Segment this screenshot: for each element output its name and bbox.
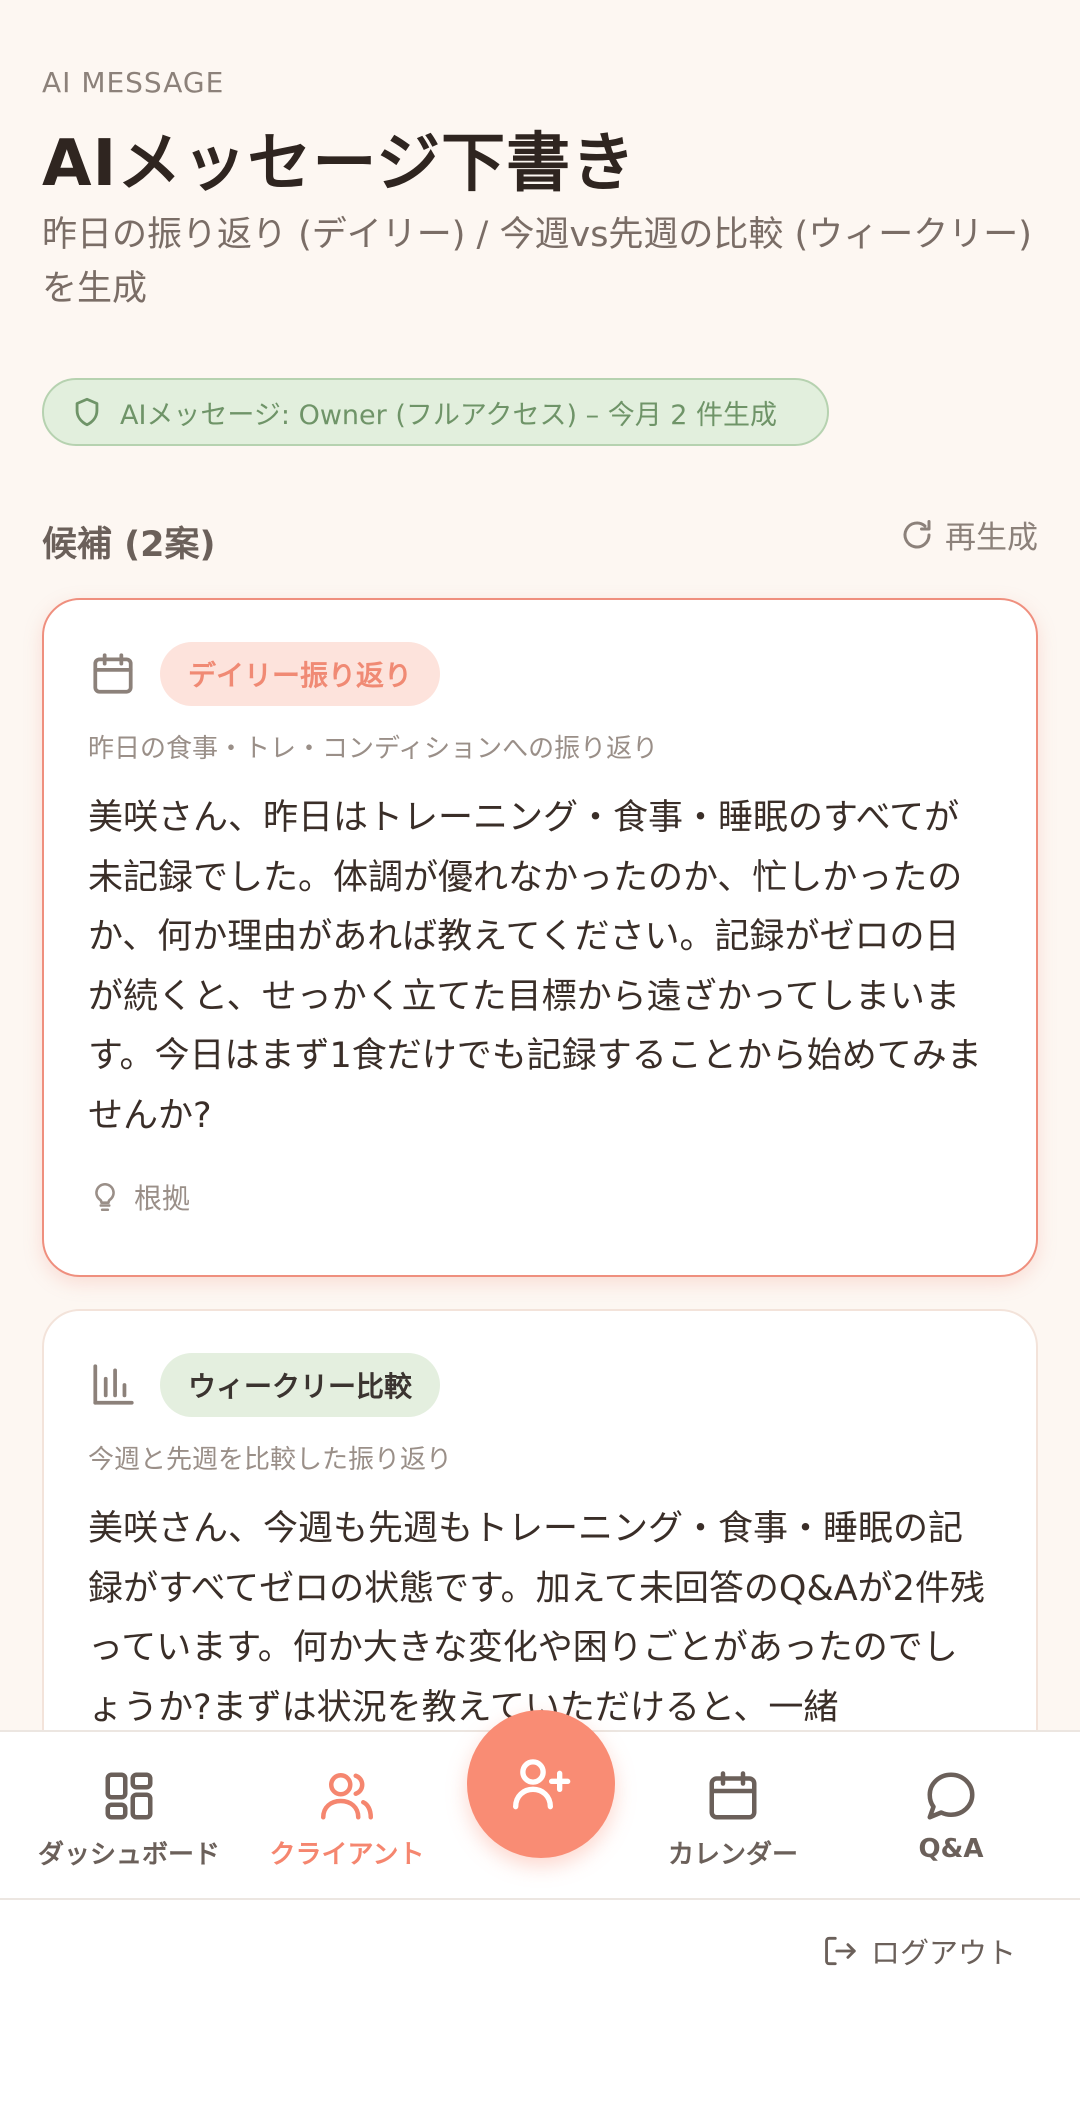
access-badge-text: AIメッセージ: Owner (フルアクセス) – 今月 2 件生成 bbox=[120, 399, 778, 431]
card-message-body: 美咲さん、昨日はトレーニング・食事・睡眠のすべてが未記録でした。体調が優れなかっ… bbox=[88, 798, 982, 1136]
card-tag-daily: デイリー振り返り bbox=[160, 642, 441, 706]
users-icon bbox=[321, 1773, 373, 1820]
calendar-icon bbox=[93, 653, 133, 694]
evidence-toggle[interactable]: 根拠 bbox=[88, 1177, 190, 1217]
access-badge: AIメッセージ: Owner (フルアクセス) – 今月 2 件生成 bbox=[42, 378, 829, 446]
regenerate-button[interactable]: 再生成 bbox=[899, 512, 1038, 557]
user-plus-icon bbox=[513, 1759, 571, 1810]
nav-item-calendar[interactable]: カレンダー bbox=[625, 1766, 841, 1871]
nav-label: クライアント bbox=[269, 1840, 425, 1870]
card-header: ウィークリー比較 bbox=[88, 1353, 992, 1417]
candidate-card-daily[interactable]: デイリー振り返り 昨日の食事・トレ・コンディションへの振り返り 美咲さん、昨日は… bbox=[42, 598, 1038, 1277]
logout-icon bbox=[825, 1936, 856, 1966]
candidate-card-weekly[interactable]: ウィークリー比較 今週と先週を比較した振り返り 美咲さん、今週も先週もトレーニン… bbox=[42, 1309, 1038, 1730]
refresh-icon bbox=[903, 519, 931, 548]
evidence-label: 根拠 bbox=[134, 1182, 191, 1215]
nav-item-clients[interactable]: クライアント bbox=[239, 1766, 455, 1871]
page-title: AIメッセージ下書き bbox=[42, 127, 637, 201]
card-description: 今週と先週を比較した振り返り bbox=[88, 1445, 453, 1475]
candidates-title: 候補 (2案) bbox=[42, 525, 216, 565]
dashboard-icon bbox=[105, 1772, 153, 1820]
main-content: AI MESSAGE AIメッセージ下書き 昨日の振り返り (デイリー) / 今… bbox=[0, 0, 1080, 1730]
logout-button[interactable]: ログアウト bbox=[821, 1930, 1016, 1972]
nav-label: カレンダー bbox=[667, 1840, 798, 1870]
app-screen: AI MESSAGE AIメッセージ下書き 昨日の振り返り (デイリー) / 今… bbox=[0, 0, 1080, 2123]
calendar-icon bbox=[709, 1771, 757, 1820]
page-subtitle: 昨日の振り返り (デイリー) / 今週vs先週の比較 (ウィークリー) を生成 bbox=[42, 215, 1032, 309]
add-client-button[interactable] bbox=[467, 1710, 615, 1858]
nav-item-qa[interactable]: Q&A bbox=[843, 1766, 1059, 1864]
nav-item-dashboard[interactable]: ダッシュボード bbox=[21, 1766, 237, 1871]
card-tag-weekly: ウィークリー比較 bbox=[160, 1353, 441, 1417]
logout-label: ログアウト bbox=[870, 1936, 1016, 1970]
page-eyebrow: AI MESSAGE bbox=[42, 66, 225, 99]
shield-icon bbox=[75, 397, 99, 427]
footer: ログアウト bbox=[0, 1900, 1080, 2123]
card-header: デイリー振り返り bbox=[88, 642, 992, 706]
bar-chart-icon bbox=[93, 1364, 134, 1405]
card-description: 昨日の食事・トレ・コンディションへの振り返り bbox=[88, 734, 659, 764]
nav-label: Q&A bbox=[918, 1834, 984, 1864]
regenerate-label: 再生成 bbox=[945, 520, 1038, 556]
lightbulb-icon bbox=[95, 1182, 115, 1212]
nav-label: ダッシュボード bbox=[37, 1840, 220, 1870]
chat-icon bbox=[927, 1772, 975, 1820]
card-message-body: 美咲さん、今週も先週もトレーニング・食事・睡眠の記録がすべてゼロの状態です。加え… bbox=[88, 1509, 985, 1728]
